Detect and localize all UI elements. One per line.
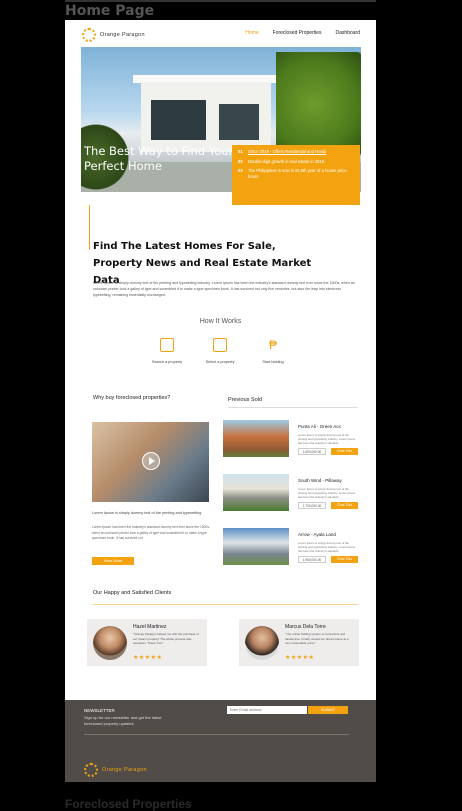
property-name: Arrow - Ayala Land	[298, 532, 336, 537]
previous-sold-title: Previous Sold	[228, 397, 262, 403]
testimonial-card: Hazel Martinez "Orange Paragon helped me…	[87, 619, 207, 666]
submit-button[interactable]: SUBMIT	[308, 706, 348, 714]
hero-title: The Best Way to Find Your Perfect Home	[84, 144, 234, 173]
nav-dashboard[interactable]: Dashboard	[336, 30, 360, 36]
property-name: South Wind - Pillaway	[298, 478, 342, 483]
home-page: Orange Paragon Home Foreclosed Propertie…	[65, 20, 376, 700]
property-card: Punta Ali - Green Acs Lorem Ipsum is sim…	[223, 420, 359, 460]
client-quote: "The online bidding system is convenient…	[285, 632, 349, 645]
newsletter-text: Sign up for our newsletter and get the l…	[84, 715, 162, 726]
clients-title: Our Happy and Satisfied Clients	[93, 590, 172, 596]
why-lead: Lorem Ipsum is simply dummy text of the …	[92, 511, 202, 515]
fact-number: 02	[238, 158, 243, 164]
property-image[interactable]	[223, 420, 289, 457]
property-card: South Wind - Pillaway Lorem Ipsum is sim…	[223, 474, 359, 514]
view-more-button[interactable]: View More	[92, 557, 134, 565]
nav-foreclosed-properties[interactable]: Foreclosed Properties	[273, 30, 322, 36]
testimonial-card: Marcus Dela Torre "The online bidding sy…	[239, 619, 359, 666]
chat-button[interactable]: Chat This	[331, 502, 358, 509]
fact-text[interactable]: Since 2019 - Offers Residential and Reta…	[248, 149, 326, 155]
logo-text: Orange Paragon	[102, 767, 147, 773]
avatar	[245, 626, 279, 660]
why-body: Lorem Ipsum has been the industry's stan…	[92, 525, 210, 540]
property-image[interactable]	[223, 474, 289, 511]
property-price: 1,700,000.00	[298, 502, 326, 509]
chat-button[interactable]: Chat This	[331, 556, 358, 563]
avatar	[93, 626, 127, 660]
property-desc: Lorem Ipsum is simply dummy text of the …	[298, 433, 356, 445]
how-steps: Search a property Select a property ₱ Sta…	[145, 338, 295, 364]
property-desc: Lorem Ipsum is simply dummy text of the …	[298, 487, 356, 499]
footer: NEWSLETTER Sign up for our newsletter an…	[65, 700, 376, 782]
step-label: Start bidding	[262, 360, 284, 364]
client-name: Marcus Dela Torre	[285, 624, 326, 630]
step-label: Search a property	[151, 360, 183, 364]
search-copy-icon	[160, 338, 174, 352]
sun-logo-icon	[84, 763, 98, 777]
nav-home[interactable]: Home	[245, 30, 258, 36]
why-video[interactable]	[92, 422, 209, 502]
accent-line	[89, 205, 90, 250]
top-strip	[65, 0, 376, 2]
email-input[interactable]	[227, 706, 307, 714]
how-it-works-title: How It Works	[199, 318, 242, 325]
client-quote: "Orange Paragon helped me with the purch…	[133, 632, 199, 645]
hero-house	[141, 82, 271, 152]
step-select: Select a property	[198, 338, 242, 364]
frame-title: Home Page	[65, 3, 155, 19]
hero-fact: 03 The Philippines is now in its 8th year…	[238, 168, 354, 179]
property-image[interactable]	[223, 528, 289, 565]
footer-logo[interactable]: Orange Paragon	[84, 763, 147, 777]
client-name: Hazel Martinez	[133, 624, 167, 630]
property-card: Arrow - Ayala Land Lorem Ipsum is simply…	[223, 528, 359, 568]
star-rating-icon: ★★★★★	[133, 655, 163, 661]
sun-logo-icon	[82, 28, 96, 42]
nav-links: Home Foreclosed Properties Dashboard	[245, 30, 360, 36]
latest-body: Lorem Ipsum is simply dummy text of the …	[93, 281, 355, 297]
why-title: Why buy foreclosed properties?	[93, 395, 171, 401]
property-price: 1,900,000.00	[298, 556, 326, 563]
logo[interactable]: Orange Paragon	[82, 28, 145, 42]
hero-fact: 02 Double-digit growth in real estate in …	[238, 159, 354, 165]
star-rating-icon: ★★★★★	[285, 655, 315, 661]
property-name: Punta Ali - Green Acs	[298, 424, 341, 429]
fact-number: 01	[238, 149, 243, 154]
property-price: 1,600,000.00	[298, 448, 326, 455]
chat-button[interactable]: Chat This	[331, 448, 358, 455]
divider	[228, 407, 358, 408]
step-label: Select a property	[205, 360, 235, 364]
hero-fact: 01 Since 2019 - Offers Residential and Re…	[238, 149, 354, 155]
fact-text: Double-digit growth in real estate in 20…	[248, 158, 325, 164]
divider	[93, 604, 358, 605]
property-desc: Lorem Ipsum is simply dummy text of the …	[298, 541, 356, 553]
newsletter-title: NEWSLETTER	[84, 708, 115, 713]
step-search: Search a property	[145, 338, 189, 364]
navbar: Orange Paragon Home Foreclosed Propertie…	[65, 20, 376, 46]
clipboard-check-icon	[213, 338, 227, 352]
play-icon[interactable]	[142, 452, 160, 470]
peso-icon: ₱	[268, 338, 277, 352]
fact-text: The Philippines is now in its 8th year o…	[248, 168, 347, 179]
logo-text: Orange Paragon	[100, 32, 145, 38]
step-bid: ₱ Start bidding	[251, 338, 295, 364]
divider	[84, 734, 349, 735]
fact-number: 03	[238, 168, 243, 173]
hero-facts-box: 01 Since 2019 - Offers Residential and Re…	[232, 145, 360, 205]
frame-title-bottom: Foreclosed Properties	[65, 797, 192, 811]
